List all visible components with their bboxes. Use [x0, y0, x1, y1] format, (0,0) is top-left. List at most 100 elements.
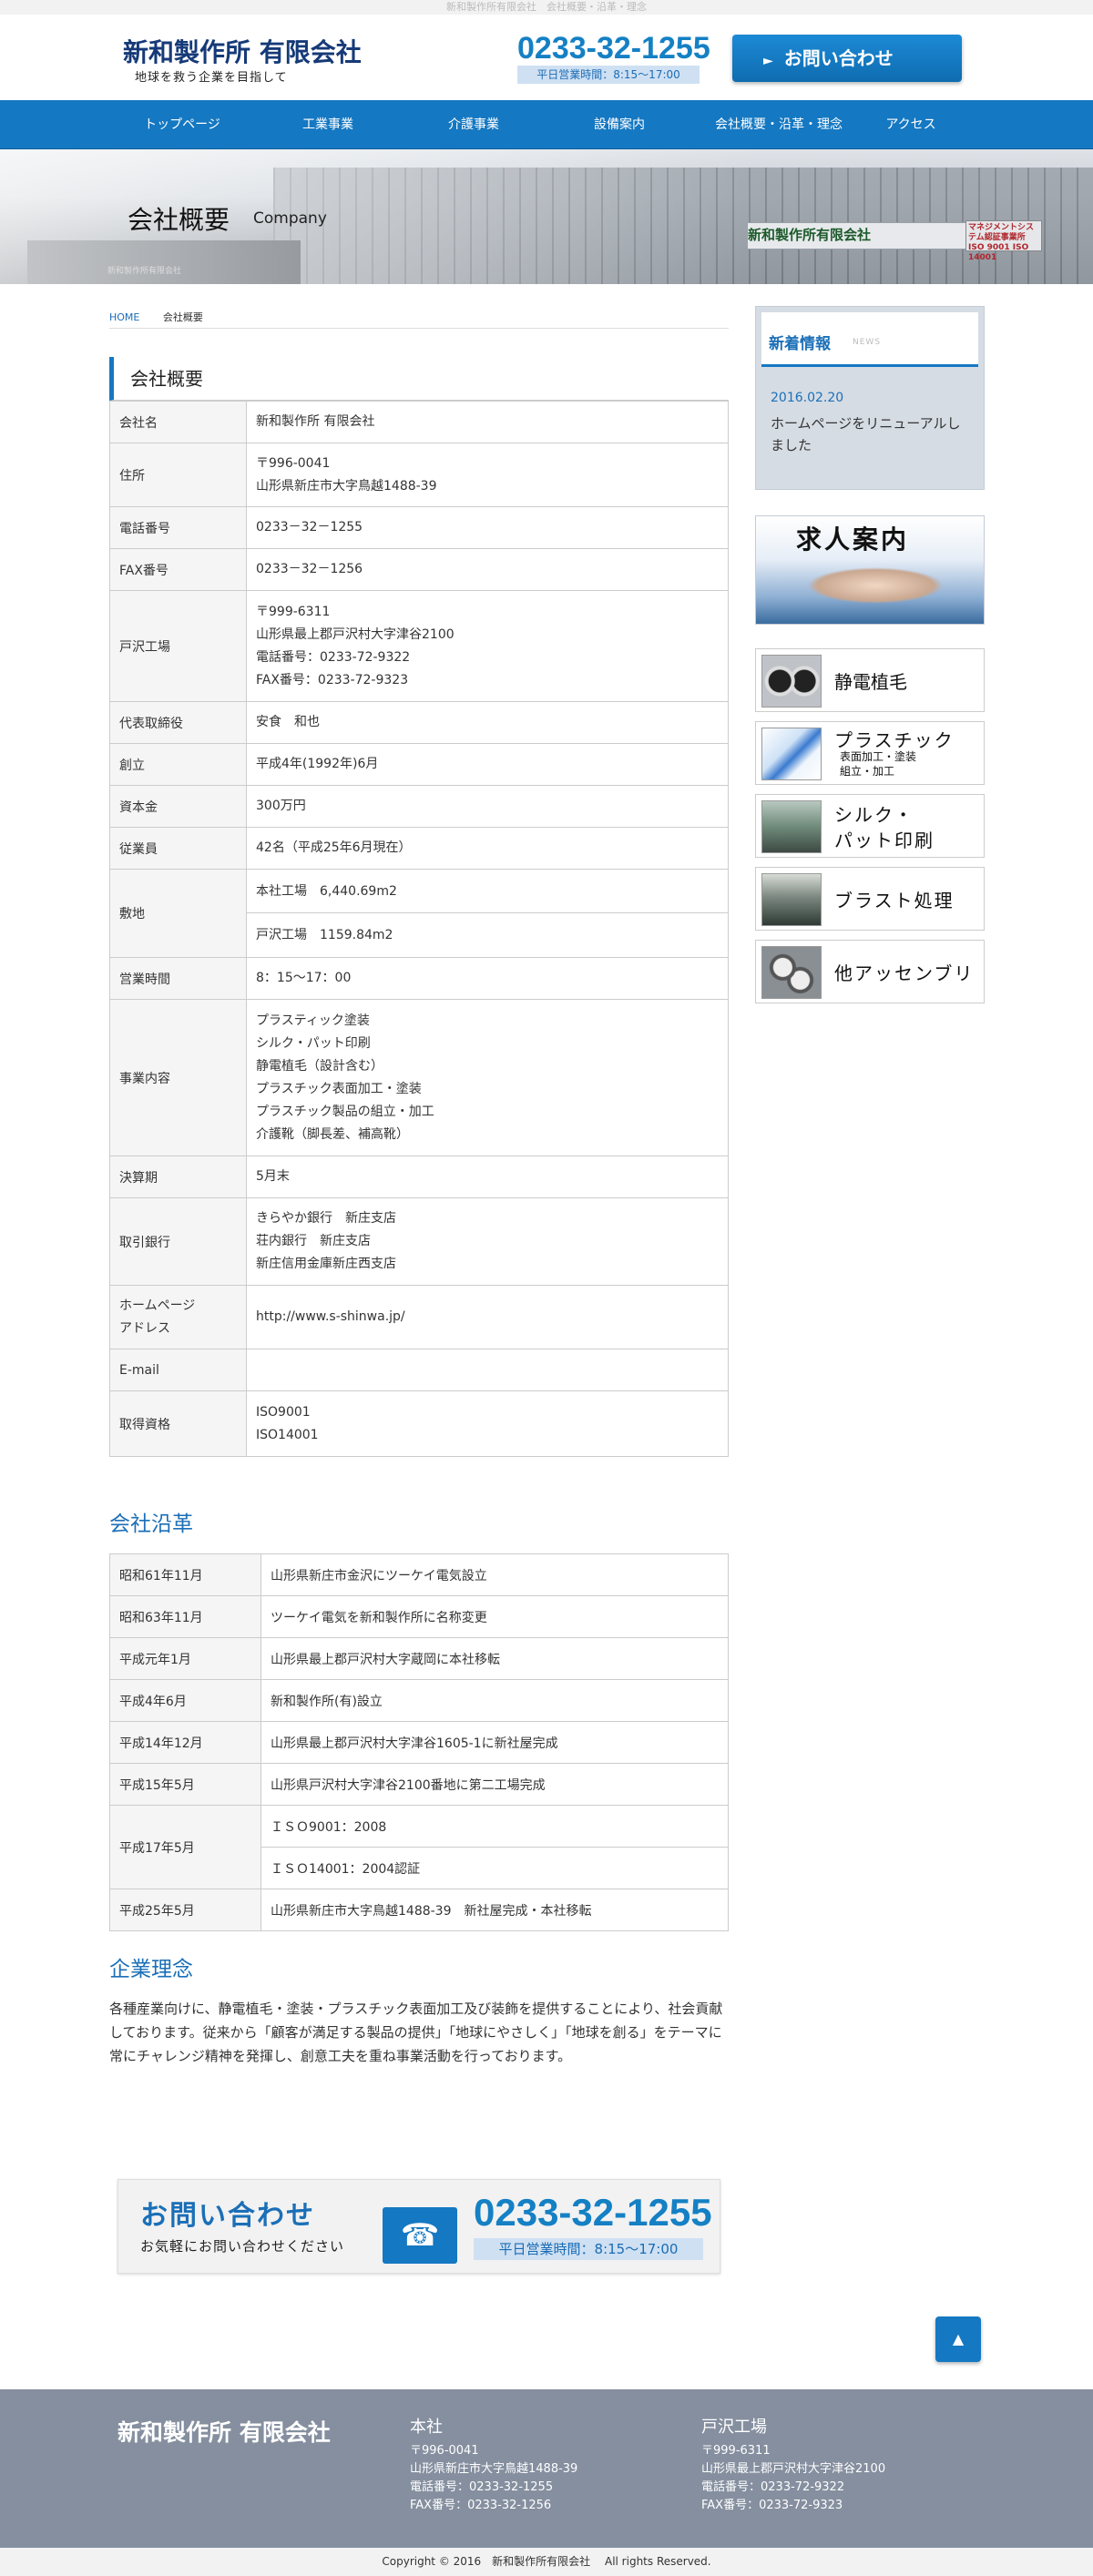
overview-key: 敷地 — [109, 869, 247, 958]
top-strip: 新和製作所有限会社 会社概要・沿革・理念 — [0, 0, 1093, 15]
nav-item-top[interactable]: トップページ — [118, 100, 246, 149]
flocking-thumbnail — [761, 655, 822, 708]
overview-value-line: 0233－32－1256 — [256, 562, 363, 576]
overview-value: 300万円 — [246, 785, 729, 828]
contact-banner[interactable]: お問い合わせ お気軽にお問い合わせください ☎ 0233-32-1255 平日営… — [117, 2179, 720, 2274]
service-link-blast[interactable]: ブラスト処理 — [755, 867, 985, 931]
recruit-banner[interactable]: 求人案内 — [755, 515, 985, 625]
history-event: 山形県新庄市金沢にツーケイ電気設立 — [260, 1553, 729, 1596]
company-overview-table: 会社名 新和製作所 有限会社 住所 〒996-0041 山形県新庄市大字鳥越1488-3… — [109, 401, 729, 1457]
history-row: 平成17年5月 ＩＳＯ9001：2008 — [109, 1805, 729, 1889]
breadcrumb-divider — [109, 328, 729, 329]
history-date: 平成14年12月 — [109, 1721, 261, 1764]
history-event: 山形県戸沢村大字津谷2100番地に第二工場完成 — [260, 1763, 729, 1806]
contact-banner-title: お問い合わせ — [140, 2200, 315, 2232]
breadcrumb-home[interactable]: HOME — [109, 311, 139, 323]
hero-small-sign: 新和製作所有限会社 — [107, 267, 182, 276]
overview-value-line: 〒999-6311 — [256, 604, 331, 619]
nav-item-access[interactable]: アクセス — [847, 100, 975, 149]
philosophy-heading: 企業理念 — [109, 1958, 193, 1981]
overview-key: 取引銀行 — [109, 1197, 247, 1286]
nav-item-industrial[interactable]: 工業事業 — [264, 100, 392, 149]
overview-value-line: プラスチック表面加工・塗装 — [256, 1081, 422, 1096]
history-date: 平成17年5月 — [109, 1805, 261, 1889]
company-logo[interactable]: 新和製作所 有限会社 — [123, 33, 362, 69]
footer-company-name: 新和製作所 有限会社 — [117, 2419, 331, 2446]
overview-key: FAX番号 — [109, 548, 247, 591]
overview-row: E-mail — [109, 1349, 729, 1391]
overview-value-line: 静電植毛（設計含む） — [256, 1058, 383, 1074]
overview-row: 会社名 新和製作所 有限会社 — [109, 401, 729, 443]
service-link-plastic[interactable]: プラスチック 表面加工・塗装 組立・加工 — [755, 721, 985, 785]
breadcrumb-current: 会社概要 — [162, 311, 203, 323]
header-contact-button[interactable]: ► お問い合わせ — [732, 35, 962, 82]
service-label: シルク・ パット印刷 — [834, 802, 935, 853]
phone-icon: ☎ — [383, 2207, 457, 2264]
history-event: 新和製作所(有)設立 — [260, 1679, 729, 1722]
news-title-en: NEWS — [853, 338, 882, 347]
overview-value-line: 戸沢工場 1159.84m2 — [256, 928, 393, 942]
overview-heading: 会社概要 — [109, 357, 729, 401]
overview-row: 取引銀行 きらやか銀行 新庄支店 荘内銀行 新庄支店 新庄信用金庫新庄西支店 — [109, 1197, 729, 1286]
service-link-flocking[interactable]: 静電植毛 — [755, 648, 985, 712]
overview-value: 新和製作所 有限会社 — [246, 401, 729, 443]
overview-key: 会社名 — [109, 401, 247, 443]
history-row: 昭和63年11月 ツーケイ電気を新和製作所に名称変更 — [109, 1595, 729, 1638]
nav-item-company[interactable]: 会社概要・沿革・理念 — [692, 100, 865, 149]
page-title: 会社概要 — [128, 205, 230, 235]
service-label: 静電植毛 — [834, 671, 907, 693]
global-nav: トップページ 工業事業 介護事業 設備案内 会社概要・沿革・理念 アクセス — [0, 100, 1093, 149]
service-link-silk-print[interactable]: シルク・ パット印刷 — [755, 794, 985, 858]
overview-row: 従業員 42名（平成25年6月現在） — [109, 827, 729, 870]
overview-row: 取得資格 ISO9001 ISO14001 — [109, 1390, 729, 1457]
breadcrumb: HOME 会社概要 — [109, 310, 203, 324]
overview-value-line: 0233－32－1255 — [256, 520, 363, 535]
page-hero: 新和製作所有限会社 マネジメントシステム認証事業所 ISO 9001 ISO 1… — [0, 149, 1093, 284]
history-row: 平成4年6月 新和製作所(有)設立 — [109, 1679, 729, 1722]
news-item-link[interactable]: ホームページをリニューアルしました — [771, 412, 971, 456]
copyright: Copyright © 2016 新和製作所有限会社 All rights Re… — [0, 2548, 1093, 2576]
history-date: 平成15年5月 — [109, 1763, 261, 1806]
footer-hq-line: 〒996-0041 — [410, 2444, 479, 2458]
hero-iso-sign: マネジメントシステム認証事業所 ISO 9001 ISO 14001 — [965, 220, 1042, 262]
contact-banner-subtitle: お気軽にお問い合わせください — [140, 2238, 345, 2255]
history-date: 平成4年6月 — [109, 1679, 261, 1722]
overview-value-line[interactable]: http://www.s-shinwa.jp/ — [256, 1306, 719, 1329]
nav-item-facilities[interactable]: 設備案内 — [556, 100, 683, 149]
footer-hq-line: FAX番号：0233-32-1256 — [410, 2499, 552, 2512]
footer-plant-line: 電話番号：0233-72-9322 — [701, 2480, 845, 2494]
nav-item-care[interactable]: 介護事業 — [410, 100, 537, 149]
overview-row: 資本金 300万円 — [109, 785, 729, 828]
history-table: 昭和61年11月 山形県新庄市金沢にツーケイ電気設立 昭和63年11月 ツーケイ電気を… — [109, 1553, 729, 1931]
news-box: 新着情報 NEWS 2016.02.20 ホームページをリニューアルしました — [755, 306, 985, 490]
overview-value-line: 新和製作所 有限会社 — [256, 414, 375, 429]
history-event: ＩＳＯ14001：2004認証 — [260, 1847, 729, 1889]
silk-print-thumbnail — [761, 800, 822, 853]
overview-row: 創立 平成4年(1992年)6月 — [109, 743, 729, 786]
history-date: 昭和61年11月 — [109, 1553, 261, 1596]
overview-value: 5月末 — [246, 1156, 729, 1198]
overview-value-line: 8：15〜17：00 — [256, 971, 352, 985]
overview-value: 42名（平成25年6月現在） — [246, 827, 729, 870]
overview-value: 〒996-0041 山形県新庄市大字鳥越1488-39 — [246, 443, 729, 507]
overview-value: 0233－32－1255 — [246, 506, 729, 549]
contact-banner-hours: 平日営業時間：8:15〜17:00 — [474, 2238, 703, 2260]
overview-value-line: 本社工場 6,440.69m2 — [247, 870, 728, 913]
overview-value-line: プラスティック塗装 — [256, 1013, 370, 1028]
history-row: 平成元年1月 山形県最上郡戸沢村大字蔵岡に本社移転 — [109, 1637, 729, 1680]
recruit-title: 求人案内 — [796, 524, 910, 555]
back-to-top-button[interactable]: ▲ — [935, 2316, 981, 2362]
overview-key: 決算期 — [109, 1156, 247, 1198]
blast-thumbnail — [761, 873, 822, 926]
service-link-assembly[interactable]: 他アッセンブリ — [755, 940, 985, 1003]
overview-value: 8：15〜17：00 — [246, 957, 729, 1000]
overview-key: 住所 — [109, 443, 247, 507]
history-date: 平成25年5月 — [109, 1889, 261, 1931]
overview-key: 電話番号 — [109, 506, 247, 549]
service-label-line: パット印刷 — [834, 830, 935, 851]
overview-value-line: ISO14001 — [256, 1427, 319, 1442]
history-event: 山形県最上郡戸沢村大字津谷1605-1に新社屋完成 — [260, 1721, 729, 1764]
overview-value-line: ISO9001 — [256, 1404, 311, 1420]
arrow-right-icon: ► — [763, 54, 773, 68]
overview-row: 代表取締役 安食 和也 — [109, 701, 729, 744]
